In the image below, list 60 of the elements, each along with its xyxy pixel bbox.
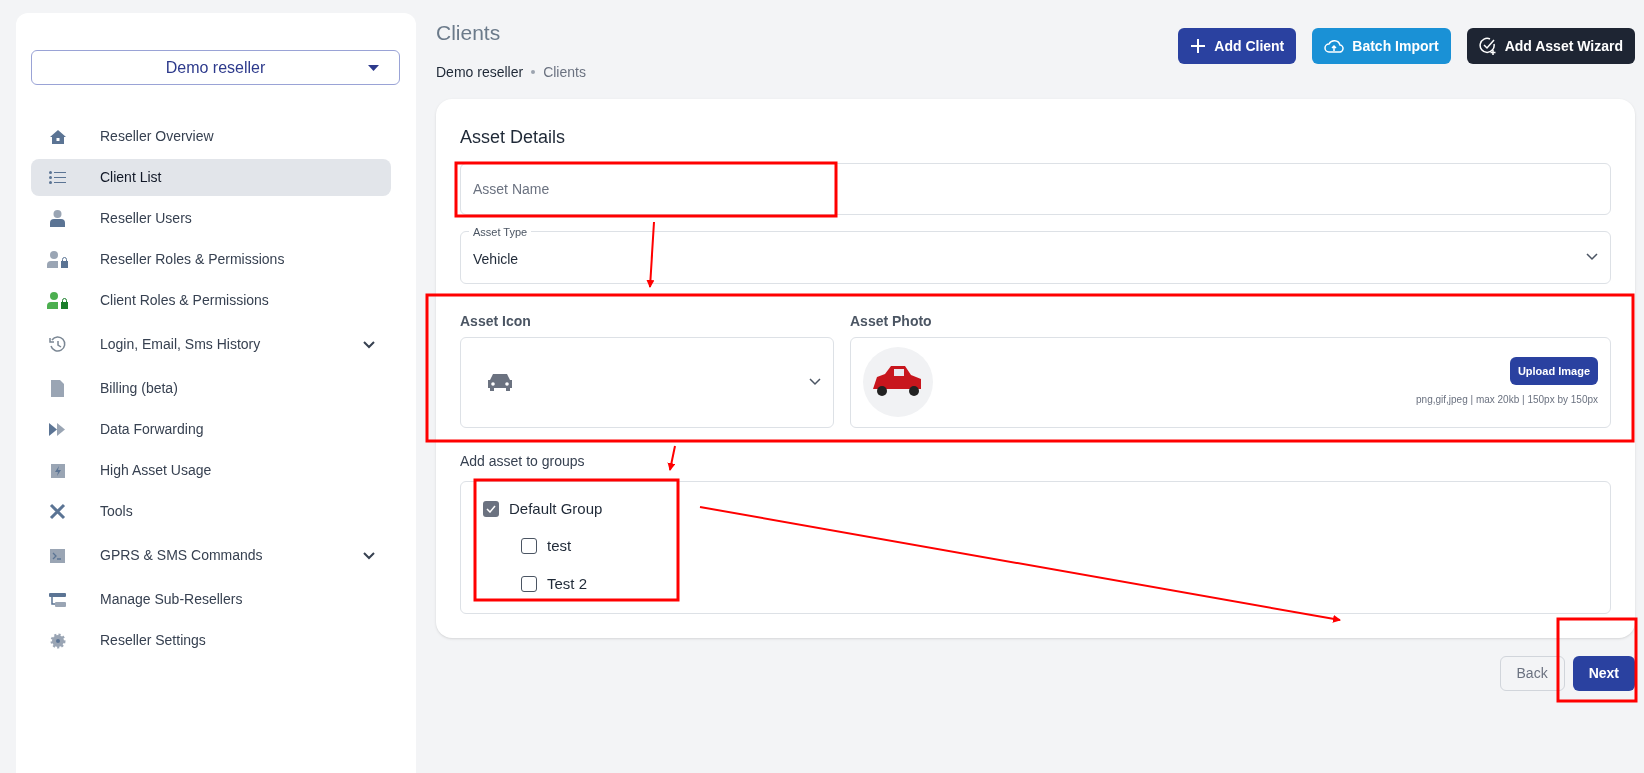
- tools-icon: [49, 503, 66, 520]
- nav-item[interactable]: Client Roles & Permissions: [31, 282, 391, 319]
- breadcrumb-item: Clients: [543, 62, 586, 82]
- nav-item[interactable]: High Asset Usage: [31, 452, 391, 489]
- settings-icon: [49, 632, 66, 649]
- cloud-upload-icon: [1324, 38, 1345, 54]
- checkbox[interactable]: [483, 500, 499, 517]
- field-value: Vehicle: [473, 249, 519, 269]
- add-client-button[interactable]: Add Client: [1178, 28, 1297, 64]
- breadcrumb-separator: [531, 70, 536, 74]
- upload-hint: png,gif,jpeg | max 20kb | 150px by 150px: [1416, 393, 1598, 407]
- car-drawing: [863, 347, 933, 417]
- nav-item[interactable]: Reseller Users: [31, 200, 391, 237]
- nav-item[interactable]: Reseller Overview: [31, 118, 391, 155]
- asset-name-field[interactable]: Asset Name: [460, 162, 1611, 215]
- checkbox-label: Default Group: [509, 498, 603, 519]
- document-icon: [51, 380, 64, 397]
- annotation-arrow: [667, 445, 676, 471]
- field-label: Asset Icon: [460, 311, 532, 331]
- hierarchy-icon: [49, 592, 66, 607]
- chevron-down-icon: [809, 378, 821, 386]
- nav-item[interactable]: Login, Email, Sms History: [31, 326, 391, 363]
- annotation-arrow: [646, 221, 655, 288]
- checkmark-icon: [486, 504, 496, 513]
- user-lock-icon: [47, 292, 68, 309]
- checkbox-label: test: [547, 536, 572, 556]
- nav-item[interactable]: Data Forwarding: [31, 411, 391, 448]
- nav-item[interactable]: Client List: [31, 159, 391, 196]
- field-label: Asset Photo: [850, 311, 933, 331]
- check-plus-icon: [1478, 37, 1497, 55]
- caret-icon: [368, 64, 379, 71]
- checkbox[interactable]: [521, 575, 537, 592]
- nav-item[interactable]: GPRS & SMS Commands: [31, 537, 391, 574]
- chevron-down-icon: [1586, 253, 1598, 261]
- user-lock-icon: [47, 251, 68, 268]
- terminal-icon: [50, 548, 65, 563]
- fast-forward-icon: [49, 423, 66, 436]
- checkbox-label: Test 2: [547, 573, 588, 594]
- nav-item[interactable]: Tools: [31, 493, 391, 530]
- history-icon: [49, 336, 66, 353]
- reseller-select[interactable]: Demo reseller: [31, 50, 400, 85]
- nav-item[interactable]: Billing (beta): [31, 370, 391, 407]
- nav-item[interactable]: Manage Sub-Resellers: [31, 581, 391, 618]
- nav-item[interactable]: Reseller Roles & Permissions: [31, 241, 391, 278]
- back-button[interactable]: Back: [1499, 655, 1565, 691]
- upload-image-button[interactable]: Upload Image: [1509, 357, 1598, 385]
- user-icon: [50, 210, 65, 227]
- nav-item[interactable]: Reseller Settings: [31, 622, 391, 659]
- field-label: Add asset to groups: [460, 451, 585, 471]
- card-title: Asset Details: [460, 125, 567, 149]
- breadcrumb-item[interactable]: Demo reseller: [436, 61, 524, 83]
- next-button[interactable]: Next: [1572, 655, 1635, 691]
- add-asset-wizard-button[interactable]: Add Asset Wizard: [1466, 28, 1635, 64]
- page-title: Clients: [436, 20, 502, 46]
- plus-icon: [1190, 38, 1207, 54]
- list-icon: [49, 171, 66, 184]
- checkbox[interactable]: [521, 538, 537, 555]
- car-icon: [485, 372, 515, 392]
- house-icon: [48, 128, 67, 145]
- bolt-icon: [50, 463, 65, 478]
